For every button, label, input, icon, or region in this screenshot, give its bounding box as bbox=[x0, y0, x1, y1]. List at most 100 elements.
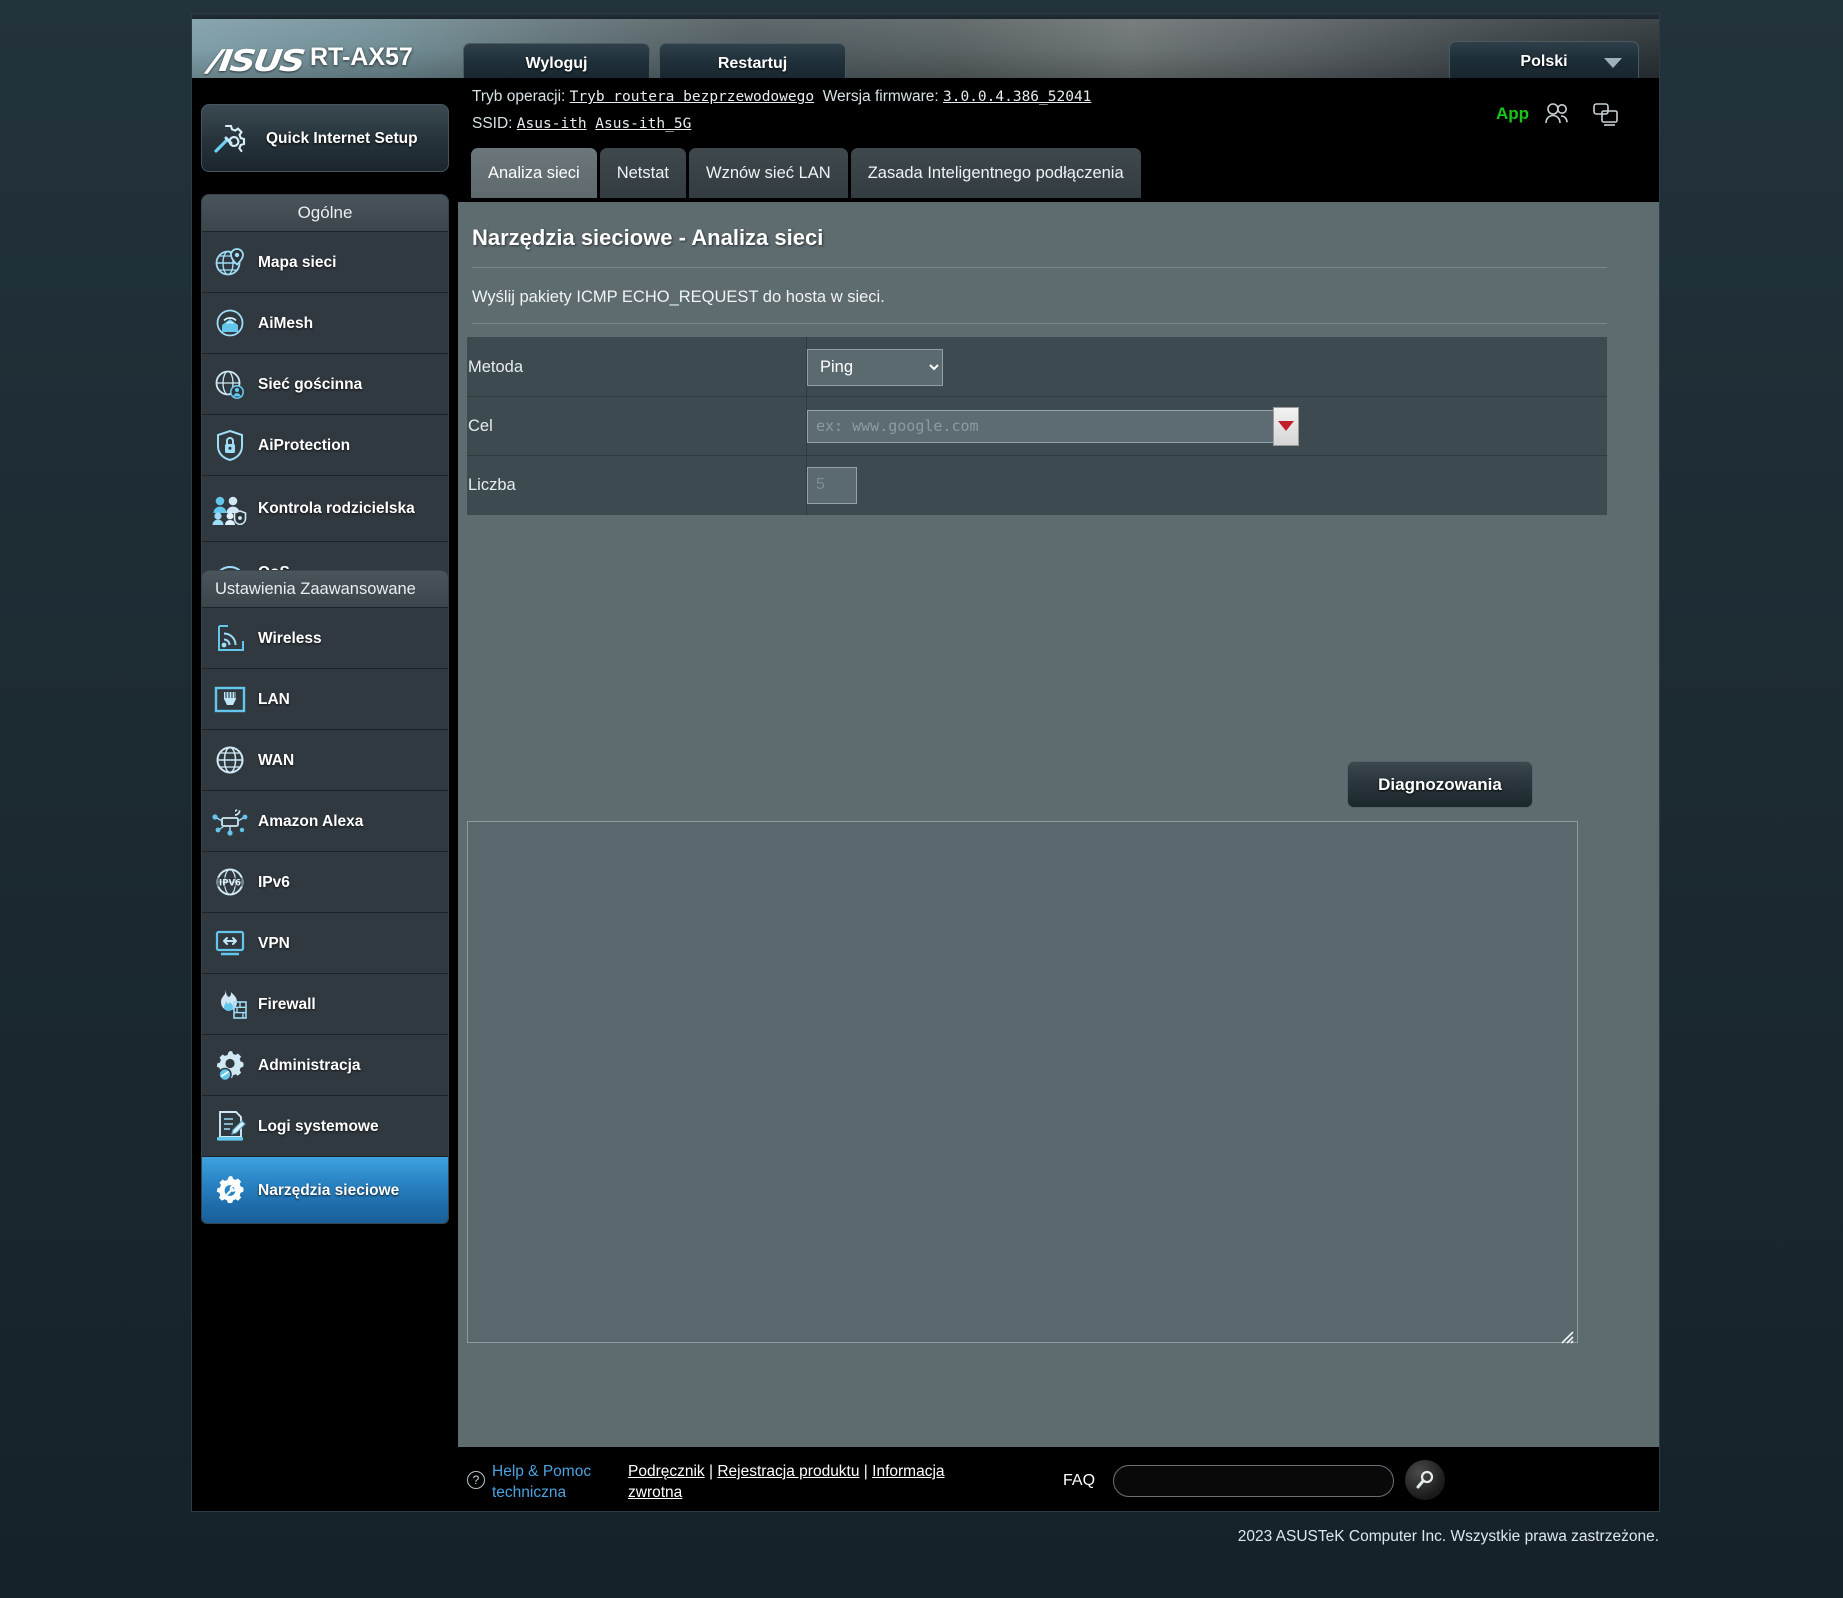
vpn-monitor-icon bbox=[202, 927, 258, 959]
sidebar-group-general: Ogólne Mapa sieci AiMesh Sieć gościnna A… bbox=[201, 194, 449, 604]
sidebar-item-wan[interactable]: WAN bbox=[202, 730, 448, 791]
router-model-name: RT-AX57 bbox=[310, 43, 413, 71]
sidebar-item-label: Wireless bbox=[258, 629, 322, 647]
quick-setup-wand-icon bbox=[202, 122, 258, 154]
sidebar-item-wireless[interactable]: Wireless bbox=[202, 608, 448, 669]
ssid-label: SSID: bbox=[472, 115, 513, 132]
ssid-2g-value[interactable]: Asus-ith bbox=[517, 116, 587, 132]
svg-text:IPV6: IPV6 bbox=[219, 878, 241, 888]
count-label: Liczba bbox=[467, 455, 807, 515]
method-cell: Ping bbox=[806, 337, 1607, 397]
status-info-strip: Tryb operacji: Tryb routera bezprzewodow… bbox=[458, 78, 1659, 148]
target-input-wrapper bbox=[807, 406, 1299, 446]
count-input[interactable] bbox=[807, 466, 857, 504]
language-selector[interactable]: Polski bbox=[1449, 41, 1639, 78]
app-link[interactable]: App bbox=[1496, 104, 1529, 124]
operation-mode-label: Tryb operacji: bbox=[472, 88, 566, 105]
parental-control-icon bbox=[202, 493, 258, 525]
sidebar-item-logi-systemowe[interactable]: Logi systemowe bbox=[202, 1096, 448, 1157]
sidebar-item-label: Mapa sieci bbox=[258, 253, 337, 271]
top-header-bar: /ISUS RT-AX57 Wyloguj Restartuj Polski bbox=[192, 14, 1659, 78]
target-input[interactable] bbox=[807, 409, 1290, 443]
main-content-area: Analiza sieci Netstat Wznów sieć LAN Zas… bbox=[458, 148, 1659, 1447]
page-description: Wyślij pakiety ICMP ECHO_REQUEST do host… bbox=[472, 288, 885, 306]
diagnose-button[interactable]: Diagnozowania bbox=[1347, 761, 1533, 808]
operation-mode-value[interactable]: Tryb routera bezprzewodowego bbox=[570, 89, 814, 105]
settings-panel: Narzędzia sieciowe - Analiza sieci Wyśli… bbox=[458, 202, 1659, 1447]
help-question-icon[interactable]: ? bbox=[467, 1471, 485, 1489]
method-select[interactable]: Ping bbox=[807, 348, 943, 386]
help-support-link[interactable]: Help & Pomoc techniczna bbox=[492, 1461, 612, 1503]
asus-logo: /ISUS bbox=[206, 44, 306, 78]
footer-bar: ? Help & Pomoc techniczna Podręcznik | R… bbox=[458, 1447, 1659, 1511]
sidebar-group-general-header: Ogólne bbox=[202, 195, 448, 232]
ipv6-icon: IPV6 bbox=[202, 866, 258, 898]
title-divider bbox=[472, 267, 1607, 268]
diagnostic-output-textarea[interactable] bbox=[467, 821, 1578, 1343]
sidebar-item-firewall[interactable]: Firewall bbox=[202, 974, 448, 1035]
sidebar-item-label: Logi systemowe bbox=[258, 1117, 379, 1135]
tab-bar: Analiza sieci Netstat Wznów sieć LAN Zas… bbox=[471, 148, 1144, 202]
chevron-down-icon bbox=[1604, 58, 1622, 68]
tab-netstat[interactable]: Netstat bbox=[599, 148, 686, 198]
sidebar-item-vpn[interactable]: VPN bbox=[202, 913, 448, 974]
administration-gear-icon bbox=[202, 1048, 258, 1082]
tab-zasada-inteligentnego-podlaczenia[interactable]: Zasada Inteligentnego podłączenia bbox=[850, 148, 1141, 198]
sidebar-item-lan[interactable]: LAN bbox=[202, 669, 448, 730]
sidebar-item-kontrola-rodzicielska[interactable]: Kontrola rodzicielska bbox=[202, 476, 448, 542]
triangle-down-icon bbox=[1278, 421, 1294, 431]
sidebar-item-label: Administracja bbox=[258, 1056, 361, 1074]
faq-search-button[interactable] bbox=[1405, 1460, 1445, 1500]
target-label: Cel bbox=[467, 396, 807, 456]
operation-mode-line: Tryb operacji: Tryb routera bezprzewodow… bbox=[472, 88, 1091, 106]
wireless-icon bbox=[202, 622, 258, 654]
faq-label: FAQ bbox=[1063, 1472, 1096, 1489]
sidebar-item-aiprotection[interactable]: AiProtection bbox=[202, 415, 448, 476]
target-autocomplete-dropdown-button[interactable] bbox=[1273, 406, 1299, 446]
network-map-icon bbox=[202, 245, 258, 279]
alexa-icon bbox=[202, 805, 258, 837]
sidebar-item-label: Narzędzia sieciowe bbox=[258, 1181, 400, 1199]
faq-search-input[interactable] bbox=[1113, 1465, 1394, 1497]
ssid-5g-value[interactable]: Asus-ith_5G bbox=[595, 116, 691, 132]
manual-link[interactable]: Podręcznik bbox=[628, 1463, 705, 1480]
product-registration-link[interactable]: Rejestracja produktu bbox=[717, 1463, 859, 1480]
firmware-version-value[interactable]: 3.0.0.4.386_52041 bbox=[943, 89, 1091, 105]
sidebar-item-label: Quick Internet Setup bbox=[266, 129, 418, 147]
footer-separator-1: | bbox=[704, 1463, 718, 1480]
guest-network-icon bbox=[202, 367, 258, 401]
network-tools-icon bbox=[202, 1173, 258, 1207]
globe-icon bbox=[202, 744, 258, 776]
sidebar-item-mapa-sieci[interactable]: Mapa sieci bbox=[202, 232, 448, 293]
tab-analiza-sieci[interactable]: Analiza sieci bbox=[471, 148, 597, 198]
network-devices-icon[interactable] bbox=[1591, 100, 1621, 128]
description-divider bbox=[472, 323, 1607, 324]
tab-wznow-siec-lan[interactable]: Wznów sieć LAN bbox=[689, 148, 848, 198]
router-admin-window: /ISUS RT-AX57 Wyloguj Restartuj Polski T… bbox=[192, 14, 1659, 1511]
sidebar-item-aimesh[interactable]: AiMesh bbox=[202, 293, 448, 354]
sidebar-group-advanced-header: Ustawienia Zaawansowane bbox=[202, 571, 448, 608]
restart-button[interactable]: Restartuj bbox=[659, 43, 846, 78]
sidebar-item-quick-internet-setup[interactable]: Quick Internet Setup bbox=[201, 104, 449, 172]
footer-links: Podręcznik | Rejestracja produktu | Info… bbox=[628, 1461, 948, 1503]
shield-lock-icon bbox=[202, 428, 258, 462]
sidebar-item-label: Kontrola rodzicielska bbox=[258, 500, 415, 517]
diagnostic-form-table: Metoda Ping Cel ex: www.google.com Liczb… bbox=[467, 337, 1607, 515]
logout-button[interactable]: Wyloguj bbox=[463, 43, 650, 78]
sidebar-item-narzedzia-sieciowe[interactable]: Narzędzia sieciowe bbox=[202, 1157, 448, 1223]
sidebar-item-label: VPN bbox=[258, 934, 290, 952]
sidebar-item-label: Amazon Alexa bbox=[258, 812, 364, 830]
sidebar-item-amazon-alexa[interactable]: Amazon Alexa bbox=[202, 791, 448, 852]
clients-people-icon[interactable] bbox=[1543, 100, 1573, 128]
sidebar-item-siec-goscinna[interactable]: Sieć gościnna bbox=[202, 354, 448, 415]
sidebar-item-label: Firewall bbox=[258, 995, 316, 1013]
sidebar-item-label: AiProtection bbox=[258, 436, 351, 454]
sidebar-item-label: IPv6 bbox=[258, 873, 290, 891]
sidebar-item-label: LAN bbox=[258, 690, 290, 708]
sidebar-item-administracja[interactable]: Administracja bbox=[202, 1035, 448, 1096]
sidebar-item-ipv6[interactable]: IPV6 IPv6 bbox=[202, 852, 448, 913]
sidebar-item-label: Sieć gościnna bbox=[258, 375, 363, 393]
sidebar-navigation: Quick Internet Setup Ogólne Mapa sieci A… bbox=[192, 78, 458, 1447]
sidebar-item-label: WAN bbox=[258, 751, 295, 769]
count-cell bbox=[807, 456, 1607, 515]
